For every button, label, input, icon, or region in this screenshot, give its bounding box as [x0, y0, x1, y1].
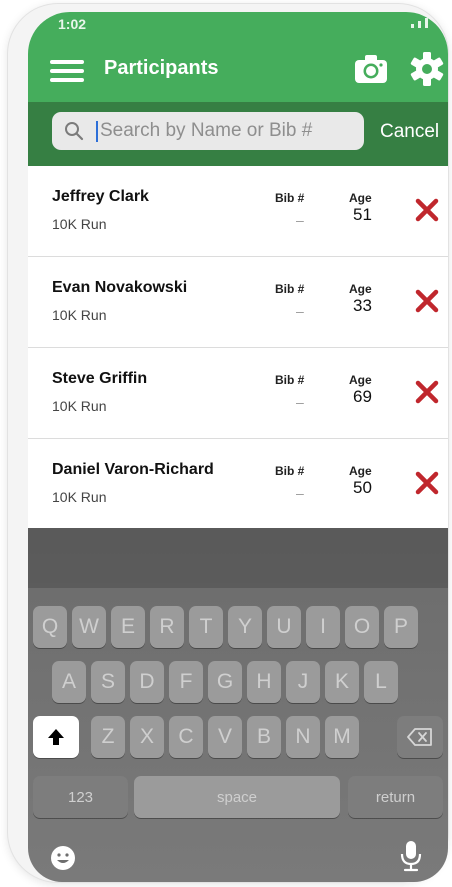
participant-event: 10K Run [52, 489, 107, 505]
backspace-icon [407, 728, 432, 746]
key-y[interactable]: Y [228, 606, 262, 648]
cancel-button[interactable]: Cancel [380, 121, 439, 143]
age-label: Age [349, 464, 372, 478]
key-q[interactable]: Q [33, 606, 67, 648]
search-input[interactable] [100, 112, 350, 150]
age-value: 51 [353, 205, 372, 224]
status-bar: 1:02 [28, 12, 448, 40]
age-label: Age [349, 373, 372, 387]
bib-value: – [296, 394, 304, 410]
participant-row[interactable]: Evan Novakowski 10K Run Bib # – Age 33 [28, 257, 448, 348]
participant-row[interactable]: Jeffrey Clark 10K Run Bib # – Age 51 [28, 166, 448, 257]
participant-list: Jeffrey Clark 10K Run Bib # – Age 51 Eva… [28, 166, 448, 530]
search-bar: Cancel [28, 102, 448, 166]
status-time: 1:02 [58, 16, 87, 32]
space-key[interactable]: space [134, 776, 340, 818]
return-key[interactable]: return [348, 776, 443, 818]
age-value: 33 [353, 296, 372, 315]
key-i[interactable]: I [306, 606, 340, 648]
bib-label: Bib # [275, 373, 305, 387]
key-n[interactable]: N [286, 716, 320, 758]
page-title: Participants [104, 57, 219, 79]
key-s[interactable]: S [91, 661, 125, 703]
participant-event: 10K Run [52, 216, 107, 232]
bib-label: Bib # [275, 282, 305, 296]
signal-icon [411, 24, 414, 28]
key-e[interactable]: E [111, 606, 145, 648]
key-f[interactable]: F [169, 661, 203, 703]
top-app-bar: Participants [28, 40, 448, 102]
participant-event: 10K Run [52, 307, 107, 323]
age-value: 69 [353, 387, 372, 406]
microphone-icon[interactable] [400, 840, 422, 872]
backspace-key[interactable] [397, 716, 443, 758]
key-z[interactable]: Z [91, 716, 125, 758]
key-b[interactable]: B [247, 716, 281, 758]
phone-frame: 1:02 Participants Search by Name or Bib … [8, 4, 448, 882]
age-label: Age [349, 191, 372, 205]
key-o[interactable]: O [345, 606, 379, 648]
age-value: 50 [353, 478, 372, 497]
key-t[interactable]: T [189, 606, 223, 648]
text-cursor [96, 121, 98, 142]
key-w[interactable]: W [72, 606, 106, 648]
key-h[interactable]: H [247, 661, 281, 703]
bib-value: – [296, 485, 304, 501]
key-j[interactable]: J [286, 661, 320, 703]
shift-key[interactable] [33, 716, 79, 758]
remove-participant-icon[interactable] [414, 288, 440, 314]
key-u[interactable]: U [267, 606, 301, 648]
bib-label: Bib # [275, 464, 305, 478]
key-m[interactable]: M [325, 716, 359, 758]
key-p[interactable]: P [384, 606, 418, 648]
signal-icon-bar [418, 21, 421, 28]
emoji-icon[interactable] [50, 845, 76, 871]
key-c[interactable]: C [169, 716, 203, 758]
remove-participant-icon[interactable] [414, 197, 440, 223]
participant-name: Jeffrey Clark [52, 188, 149, 205]
participant-row[interactable]: Daniel Varon-Richard 10K Run Bib # – Age… [28, 439, 448, 530]
remove-participant-icon[interactable] [414, 470, 440, 496]
search-box[interactable] [52, 112, 364, 150]
search-icon [65, 122, 84, 141]
participant-name: Evan Novakowski [52, 279, 188, 296]
menu-icon[interactable] [50, 60, 84, 82]
shift-arrow-icon [48, 729, 64, 745]
participant-name: Steve Griffin [52, 370, 148, 387]
signal-icon-bar [425, 18, 428, 28]
key-v[interactable]: V [208, 716, 242, 758]
camera-icon[interactable] [354, 54, 388, 84]
key-k[interactable]: K [325, 661, 359, 703]
participant-event: 10K Run [52, 398, 107, 414]
age-label: Age [349, 282, 372, 296]
remove-participant-icon[interactable] [414, 379, 440, 405]
keyboard-suggestion-strip [28, 528, 448, 588]
on-screen-keyboard: Q W E R T Y U I O P A S D F G H J K L Z [28, 528, 448, 882]
participant-row[interactable]: Steve Griffin 10K Run Bib # – Age 69 [28, 348, 448, 439]
bib-value: – [296, 303, 304, 319]
key-a[interactable]: A [52, 661, 86, 703]
key-g[interactable]: G [208, 661, 242, 703]
key-x[interactable]: X [130, 716, 164, 758]
numbers-key[interactable]: 123 [33, 776, 128, 818]
key-l[interactable]: L [364, 661, 398, 703]
key-d[interactable]: D [130, 661, 164, 703]
app-screen: 1:02 Participants Search by Name or Bib … [28, 12, 448, 882]
status-icons [411, 18, 428, 28]
bib-label: Bib # [275, 191, 305, 205]
key-r[interactable]: R [150, 606, 184, 648]
gear-icon[interactable] [410, 52, 444, 86]
bib-value: – [296, 212, 304, 228]
participant-name: Daniel Varon-Richard [52, 461, 214, 478]
